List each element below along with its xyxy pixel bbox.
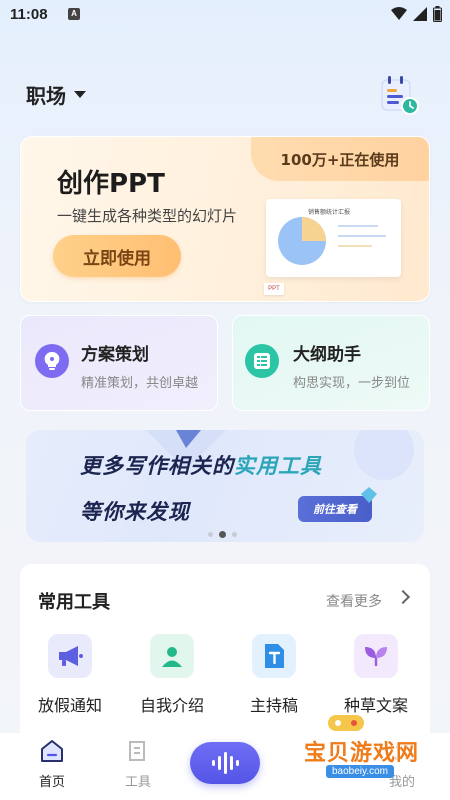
outline-list-icon — [245, 344, 279, 378]
category-title: 职场 — [26, 84, 66, 108]
keyboard-indicator-icon: A — [68, 8, 80, 20]
usage-badge: 100万+正在使用 — [251, 137, 429, 181]
category-selector[interactable]: 职场 — [26, 80, 86, 109]
signal-icon — [413, 7, 427, 21]
banner-line1-prefix: 更多写作相关的 — [80, 454, 234, 478]
section-title: 常用工具 — [38, 592, 110, 613]
pagination-dot-active[interactable] — [219, 531, 226, 538]
tab-tools[interactable]: 工具 — [108, 739, 168, 790]
tool-label: 自我介绍 — [139, 696, 204, 715]
use-now-button[interactable]: 立即使用 — [53, 235, 181, 277]
banner-line1: 更多写作相关的实用工具 — [80, 450, 322, 480]
ppt-slide-illustration: 销售额统计汇报 — [266, 199, 401, 277]
view-more-link[interactable]: 查看更多 — [326, 591, 382, 611]
plan-strategy-card[interactable]: 方案策划 精准策划，共创卓越 — [20, 315, 218, 411]
tool-label: 放假通知 — [37, 696, 102, 715]
feature-subtitle: 精准策划，共创卓越 — [81, 376, 199, 391]
tool-self-intro[interactable]: 自我介绍 — [122, 634, 222, 716]
document-t-icon — [252, 634, 296, 678]
tool-host-script[interactable]: 主持稿 — [224, 634, 324, 716]
gamepad-logo-icon — [328, 715, 364, 731]
writing-tools-banner[interactable]: 更多写作相关的实用工具 等你来发现 前往查看 — [26, 430, 424, 542]
ppt-card-title: 创作PPT — [57, 169, 165, 199]
create-ppt-card[interactable]: 100万+正在使用 创作PPT 一键生成各种类型的幻灯片 立即使用 销售额统计汇… — [20, 136, 430, 302]
banner-line2: 等你来发现 — [80, 500, 190, 524]
ppt-tag: PPT — [264, 283, 284, 295]
voice-wave-icon — [212, 752, 239, 774]
pagination-dot[interactable] — [232, 532, 237, 537]
legend-lines-icon — [338, 225, 386, 247]
outline-assistant-card[interactable]: 大纲助手 构思实现，一步到位 — [232, 315, 430, 411]
banner-pagination — [208, 531, 237, 538]
tab-label: 工具 — [124, 775, 151, 790]
tools-book-icon — [129, 741, 145, 761]
person-icon — [150, 634, 194, 678]
status-time: 11:08 — [10, 6, 48, 23]
site-watermark: 宝贝游戏网 baobeiy.com — [300, 705, 450, 795]
megaphone-icon — [48, 634, 92, 678]
feature-title: 方案策划 — [81, 345, 149, 365]
tool-holiday-notice[interactable]: 放假通知 — [20, 634, 120, 716]
feature-title: 大纲助手 — [293, 345, 361, 365]
calendar-schedule-icon[interactable] — [378, 74, 420, 116]
feature-subtitle: 构思实现，一步到位 — [293, 376, 411, 391]
wifi-icon — [391, 7, 407, 20]
sprout-icon — [354, 634, 398, 678]
tab-label: 首页 — [38, 775, 65, 790]
lightbulb-icon — [35, 344, 69, 378]
chevron-right-icon[interactable] — [395, 589, 411, 605]
ppt-card-subtitle: 一键生成各种类型的幻灯片 — [57, 207, 238, 225]
status-bar: 11:08 A — [0, 0, 450, 32]
gem-icon — [361, 487, 377, 503]
battery-icon — [433, 6, 442, 22]
pagination-dot[interactable] — [208, 532, 213, 537]
banner-highlight: 实用工具 — [234, 454, 322, 478]
caret-down-icon — [74, 91, 86, 98]
home-icon — [41, 740, 63, 762]
pie-chart-icon — [278, 217, 326, 265]
voice-input-button[interactable] — [190, 742, 260, 784]
watermark-text: 宝贝游戏网 — [304, 741, 420, 766]
tool-product-copy[interactable]: 种草文案 — [326, 634, 426, 716]
watermark-url: baobeiy.com — [326, 765, 394, 778]
tab-home[interactable]: 首页 — [22, 739, 82, 790]
